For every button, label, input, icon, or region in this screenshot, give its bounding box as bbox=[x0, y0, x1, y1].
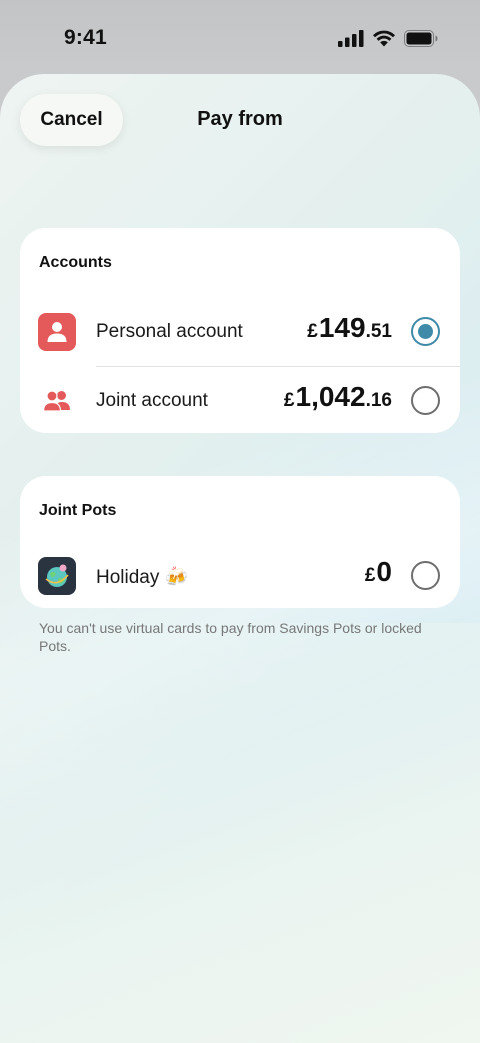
page-title: Pay from bbox=[197, 108, 283, 130]
pay-from-sheet: Cancel Pay from Accounts Personal accoun… bbox=[0, 74, 480, 1043]
account-row-personal[interactable]: Personal account £ 149 .51 bbox=[20, 298, 460, 366]
accounts-card: Accounts Personal account £ 149 .51 Join… bbox=[20, 228, 460, 433]
account-balance: £ 1,042 .16 bbox=[283, 381, 392, 412]
status-time: 9:41 bbox=[64, 26, 107, 49]
screen: 9:41 Cancel Pay from Accounts Personal a… bbox=[0, 0, 480, 1043]
account-label: Personal account bbox=[96, 321, 243, 342]
account-label: Joint account bbox=[96, 390, 208, 411]
pot-balance: £ 0 bbox=[364, 556, 392, 587]
account-row-joint[interactable]: Joint account £ 1,042 .16 bbox=[20, 367, 460, 435]
accounts-header: Accounts bbox=[39, 254, 112, 271]
account-balance: £ 149 .51 bbox=[307, 312, 392, 343]
pot-row-holiday[interactable]: Holiday 🍻 £ 0 bbox=[20, 542, 460, 610]
status-bar: 9:41 bbox=[0, 0, 480, 76]
radio-unselected[interactable] bbox=[411, 386, 440, 415]
joint-pots-header: Joint Pots bbox=[39, 502, 117, 519]
radio-unselected[interactable] bbox=[411, 561, 440, 590]
people-icon bbox=[38, 382, 76, 420]
battery-icon bbox=[404, 29, 438, 47]
joint-pots-card: Joint Pots Holiday 🍻 £ 0 bbox=[20, 476, 460, 608]
globe-icon bbox=[38, 557, 76, 595]
wifi-icon bbox=[373, 30, 395, 47]
pot-label: Holiday 🍻 bbox=[96, 567, 189, 588]
status-icons bbox=[338, 29, 438, 47]
footnote: You can't use virtual cards to pay from … bbox=[39, 620, 422, 654]
radio-selected[interactable] bbox=[411, 317, 440, 346]
person-icon bbox=[38, 313, 76, 351]
cellular-signal-icon bbox=[338, 29, 364, 47]
